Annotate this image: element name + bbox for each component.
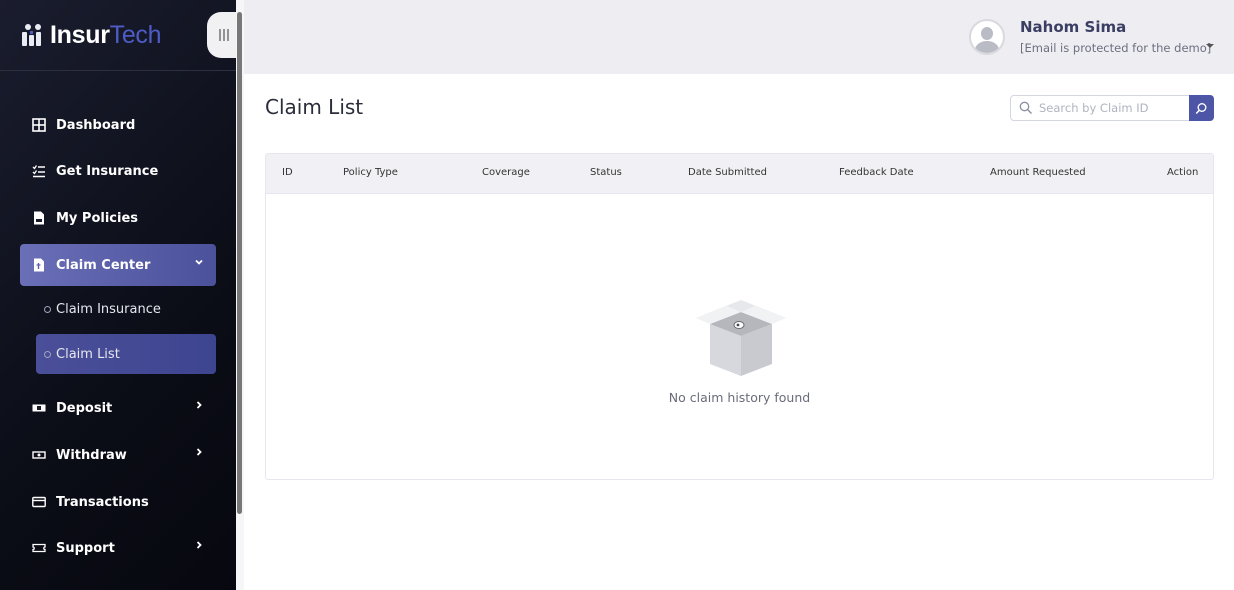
sidebar: InsurTech Dashboard Get Insurance My Pol… bbox=[0, 0, 236, 590]
logo-icon bbox=[20, 22, 46, 48]
search-button[interactable] bbox=[1189, 95, 1214, 121]
sidebar-subitem-claim-list[interactable]: Claim List bbox=[36, 334, 216, 374]
search-input[interactable] bbox=[1010, 95, 1190, 121]
sidebar-item-label: Deposit bbox=[56, 400, 113, 416]
chevron-right-icon bbox=[194, 446, 204, 461]
claims-table: ID Policy Type Coverage Status Date Subm… bbox=[265, 153, 1214, 480]
chevron-right-icon bbox=[194, 399, 204, 414]
avatar-body bbox=[975, 41, 999, 53]
brand-name: InsurTech bbox=[50, 20, 162, 50]
sidebar-item-deposit[interactable]: Deposit bbox=[20, 387, 216, 429]
brand-name-part1: Insur bbox=[50, 20, 110, 49]
column-header-status: Status bbox=[590, 167, 622, 178]
caret-down-icon[interactable] bbox=[1205, 42, 1215, 53]
avatar[interactable] bbox=[969, 19, 1005, 55]
column-header-policy-type: Policy Type bbox=[343, 167, 398, 178]
table-header: ID Policy Type Coverage Status Date Subm… bbox=[266, 154, 1213, 194]
empty-box-icon bbox=[693, 296, 789, 380]
sidebar-item-label: My Policies bbox=[56, 210, 139, 226]
empty-state-message: No claim history found bbox=[668, 390, 811, 405]
column-header-feedback-date: Feedback Date bbox=[839, 167, 914, 178]
sidebar-item-withdraw[interactable]: Withdraw bbox=[20, 434, 216, 476]
cash-icon bbox=[32, 448, 46, 462]
bullet-icon bbox=[44, 350, 51, 358]
column-header-id: ID bbox=[282, 167, 293, 178]
sidebar-item-get-insurance[interactable]: Get Insurance bbox=[20, 150, 216, 192]
money-icon bbox=[32, 401, 46, 415]
bullet-icon bbox=[44, 305, 51, 313]
search-icon bbox=[1195, 102, 1207, 114]
sidebar-item-claim-center[interactable]: Claim Center bbox=[20, 244, 216, 286]
sidebar-subitem-claim-insurance[interactable]: Claim Insurance bbox=[36, 289, 216, 329]
column-header-coverage: Coverage bbox=[482, 167, 530, 178]
grid-icon bbox=[32, 118, 46, 132]
claim-document-icon bbox=[32, 258, 46, 272]
brand-logo[interactable]: InsurTech bbox=[0, 0, 236, 71]
card-icon bbox=[32, 495, 46, 509]
sidebar-item-label: Dashboard bbox=[56, 117, 136, 133]
ticket-icon bbox=[32, 541, 46, 555]
sidebar-item-label: Support bbox=[56, 540, 115, 556]
chevron-down-icon bbox=[194, 256, 204, 271]
sidebar-item-transactions[interactable]: Transactions bbox=[20, 481, 216, 523]
sidebar-item-label: Transactions bbox=[56, 494, 149, 510]
sidebar-item-label: Get Insurance bbox=[56, 163, 159, 179]
page-title: Claim List bbox=[265, 95, 364, 119]
sidebar-item-support[interactable]: Support bbox=[20, 527, 216, 569]
menu-bars-icon bbox=[219, 29, 229, 41]
sidebar-item-my-policies[interactable]: My Policies bbox=[20, 197, 216, 239]
document-icon bbox=[32, 211, 46, 225]
sidebar-item-dashboard[interactable]: Dashboard bbox=[20, 104, 216, 146]
brand-name-part2: Tech bbox=[109, 20, 162, 49]
sidebar-item-label: Claim Center bbox=[56, 257, 151, 273]
user-email: [Email is protected for the demo] bbox=[1020, 41, 1212, 55]
top-bar bbox=[244, 0, 1234, 74]
column-header-action: Action bbox=[1167, 167, 1199, 178]
sidebar-scrollbar-thumb[interactable] bbox=[237, 12, 242, 514]
list-check-icon bbox=[32, 164, 46, 178]
sidebar-item-label: Withdraw bbox=[56, 447, 127, 463]
column-header-amount-requested: Amount Requested bbox=[990, 167, 1086, 178]
column-header-date-submitted: Date Submitted bbox=[688, 167, 767, 178]
user-name[interactable]: Nahom Sima bbox=[1020, 18, 1126, 36]
avatar-head bbox=[981, 27, 993, 40]
search-icon bbox=[1019, 100, 1033, 114]
chevron-right-icon bbox=[194, 539, 204, 554]
sidebar-subitem-label: Claim Insurance bbox=[56, 301, 161, 317]
search-bar bbox=[1010, 95, 1214, 121]
sidebar-subitem-label: Claim List bbox=[56, 346, 120, 362]
